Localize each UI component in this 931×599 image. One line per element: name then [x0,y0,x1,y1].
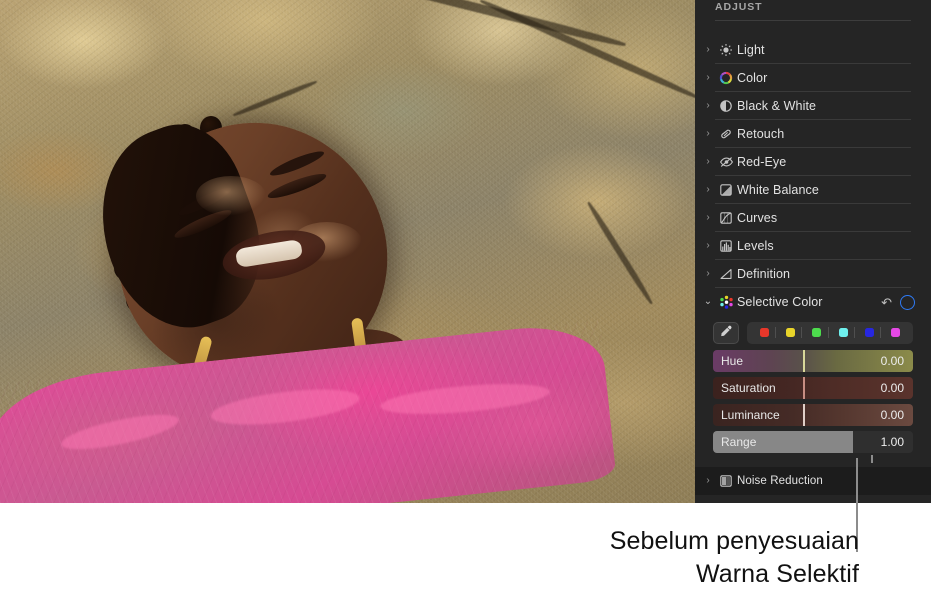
swatch-red[interactable] [759,328,769,337]
chevron-right-icon[interactable]: › [701,101,715,111]
slider-value: 1.00 [880,435,904,449]
chevron-right-icon[interactable]: › [701,129,715,139]
adjust-row-label: Definition [737,267,791,281]
adjust-row-color[interactable]: › Color [695,64,931,92]
slider-label: Luminance [721,408,780,422]
adjust-row-noise-reduction[interactable]: › Noise Reduction [695,467,931,495]
adjust-row-levels[interactable]: › Levels [695,232,931,260]
adjust-row-label: Color [737,71,768,85]
caption-text: Sebelum penyesuaian Warna Selektif [610,525,859,591]
slider-label: Hue [721,354,744,368]
sun-icon [715,43,737,57]
cheek-highlight [196,176,266,216]
chevron-right-icon[interactable]: › [701,269,715,279]
slider-label: Range [721,435,757,449]
swatch-magenta[interactable] [880,327,901,338]
slider-hue[interactable]: Hue 0.00 [713,350,913,372]
caption-line-2: Warna Selektif [695,560,859,588]
adjust-rows-list: › Light › Color › Black & White › Retouch › Red-E… [695,36,931,495]
slider-thumb[interactable] [803,350,805,372]
adjust-row-label: White Balance [737,183,819,197]
adjust-row-label: Retouch [737,127,785,141]
adjust-row-selective-color[interactable]: ⌄ Selective Color ↶ [695,288,931,316]
eyedropper-button[interactable] [713,321,739,344]
chevron-right-icon[interactable]: › [701,241,715,251]
enable-circle-icon[interactable] [900,294,915,310]
levels-icon [715,239,737,253]
swatch-cyan[interactable] [827,327,848,338]
adjust-row-curves[interactable]: › Curves [695,204,931,232]
slider-value: 0.00 [880,381,904,395]
swatch-row [713,320,913,345]
white-balance-icon [715,183,737,197]
selective-color-controls: Hue 0.00 Saturation 0.00 Luminance 0.00 Range 1… [695,316,931,463]
adjust-row-retouch[interactable]: › Retouch [695,120,931,148]
adjust-row-label: Noise Reduction [737,475,823,487]
adjust-row-light[interactable]: › Light [695,36,931,64]
slider-value: 0.00 [880,408,904,422]
slider-thumb[interactable] [803,377,805,399]
curves-icon [715,211,737,225]
adjust-row-label: Selective Color [737,295,823,309]
swatch-yellow[interactable] [774,327,795,338]
retouch-brush-icon [715,127,737,141]
chevron-right-icon[interactable]: › [701,185,715,195]
selective-color-row-actions: ↶ [881,294,931,310]
adjust-row-label: Red-Eye [737,155,787,169]
reset-arrow-icon[interactable]: ↶ [881,296,892,309]
chevron-down-icon[interactable]: ⌄ [701,297,715,307]
adjust-row-label: Curves [737,211,778,225]
adjust-panel: ADJUST › Light › Color › Black & White › Retouc… [695,0,931,503]
caption-area: Sebelum penyesuaian Warna Selektif [0,458,931,599]
adjust-row-definition[interactable]: › Definition [695,260,931,288]
adjust-row-label: Light [737,43,765,57]
slider-saturation[interactable]: Saturation 0.00 [713,377,913,399]
eye-slash-icon [715,155,737,169]
slider-luminance[interactable]: Luminance 0.00 [713,404,913,426]
slider-label: Saturation [721,381,776,395]
chevron-right-icon[interactable]: › [701,476,715,486]
color-dots-icon [715,295,737,310]
color-swatches [747,321,913,344]
app-screenshot: ADJUST › Light › Color › Black & White › Retouc… [0,0,931,599]
chevron-right-icon[interactable]: › [701,213,715,223]
adjust-row-white-balance[interactable]: › White Balance [695,176,931,204]
color-wheel-icon [715,71,737,85]
panel-title-divider [715,20,911,21]
adjust-row-label: Black & White [737,99,817,113]
photo-preview[interactable] [0,0,695,503]
slider-range[interactable]: Range 1.00 [713,431,913,453]
half-circle-icon [715,99,737,113]
eyedropper-icon [719,324,733,341]
chevron-right-icon[interactable]: › [701,45,715,55]
caption-line-1: Sebelum penyesuaian [609,527,859,555]
range-tick-marker [871,455,873,463]
adjust-row-label: Levels [737,239,774,253]
adjust-row-black-white[interactable]: › Black & White [695,92,931,120]
swatch-green[interactable] [801,327,822,338]
slider-value: 0.00 [880,354,904,368]
noise-reduction-icon [715,474,737,488]
swatch-blue[interactable] [853,327,874,338]
slider-thumb[interactable] [803,404,805,426]
chevron-right-icon[interactable]: › [701,157,715,167]
definition-icon [715,267,737,281]
panel-title: ADJUST [715,1,763,13]
adjust-row-red-eye[interactable]: › Red-Eye [695,148,931,176]
chevron-right-icon[interactable]: › [701,73,715,83]
